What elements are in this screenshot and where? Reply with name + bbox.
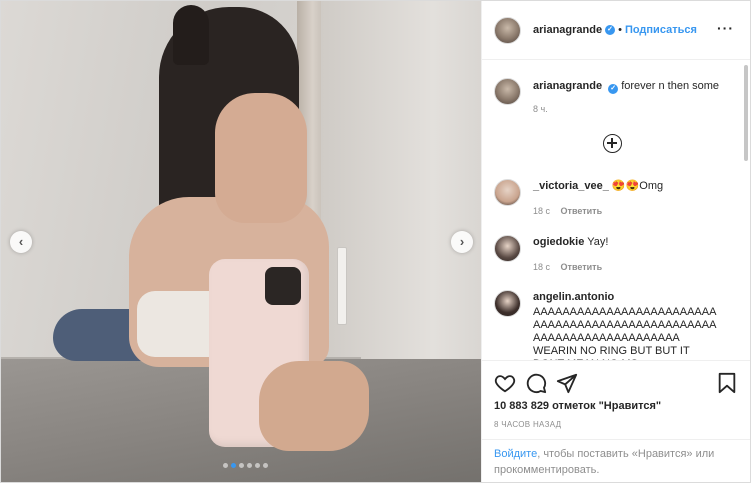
reply-button[interactable]: Ответить [561, 262, 603, 272]
carousel-dot[interactable] [231, 463, 236, 468]
photo-ponytail [173, 5, 209, 65]
instagram-post: ‹ › arianagrande ✓ • Подписаться ··· ari… [0, 0, 751, 483]
post-actions: 10 883 829 отметок "Нравится" 8 ЧАСОВ НА… [482, 360, 750, 440]
carousel-dot[interactable] [255, 463, 260, 468]
caption-body: arianagrande ✓ forever n then some 8 ч. [533, 80, 733, 116]
comment-meta: 18 с Ответить [533, 205, 733, 218]
follow-button[interactable]: Подписаться [625, 24, 697, 36]
comment-time[interactable]: 18 с [533, 262, 550, 272]
author-username[interactable]: arianagrande [533, 24, 602, 36]
comment-username[interactable]: ogiedokie [533, 236, 584, 248]
carousel-dot[interactable] [263, 463, 268, 468]
comment-body: _victoria_vee_ 😍😍Omg 18 с Ответить [533, 180, 733, 218]
comment-icon[interactable] [525, 372, 547, 394]
comments-scrollbar[interactable] [744, 65, 748, 161]
comment-time[interactable]: 18 с [533, 206, 550, 216]
next-photo-button[interactable]: › [451, 231, 473, 253]
prev-photo-button[interactable]: ‹ [10, 231, 32, 253]
photo-hand [259, 361, 369, 451]
caption-row: arianagrande ✓ forever n then some 8 ч. [494, 78, 733, 116]
comment-username[interactable]: angelin.antonio [533, 291, 614, 303]
photo-phone-camera [265, 267, 301, 305]
header-separator: • [618, 24, 622, 36]
comment-username[interactable]: _victoria_vee_ [533, 180, 609, 192]
bookmark-icon[interactable] [716, 372, 738, 394]
post-photo[interactable]: ‹ › [1, 1, 481, 482]
likes-count[interactable]: 10 883 829 отметок "Нравится" [494, 400, 661, 412]
post-time[interactable]: 8 ЧАСОВ НАЗАД [494, 420, 561, 429]
comment-text: AAAAAAAAAAAAAAAAAAAAAAAAAAAAAAAAAAAAAAAA… [533, 306, 717, 360]
login-prompt: Войдите, чтобы поставить «Нравится» или … [482, 439, 750, 482]
comment-row: _victoria_vee_ 😍😍Omg 18 с Ответить [494, 179, 733, 218]
comment-avatar[interactable] [494, 235, 521, 262]
photo-outlet [337, 247, 347, 325]
photo-face-hand [215, 93, 307, 223]
comment-text: Yay! [587, 236, 609, 248]
comment-body: ogiedokie Yay! 18 с Ответить [533, 236, 733, 274]
more-options-icon[interactable]: ··· [717, 20, 734, 36]
post-header: arianagrande ✓ • Подписаться ··· [482, 1, 750, 60]
carousel-dot[interactable] [247, 463, 252, 468]
comment-row: angelin.antonio AAAAAAAAAAAAAAAAAAAAAAAA… [494, 290, 723, 360]
verified-icon: ✓ [605, 25, 616, 35]
comment-meta: 18 с Ответить [533, 261, 733, 274]
caption-time[interactable]: 8 ч. [533, 103, 733, 116]
circle-plus-icon[interactable] [603, 134, 622, 153]
comment-text: 😍😍Omg [611, 180, 664, 192]
post-side-panel: arianagrande ✓ • Подписаться ··· arianag… [481, 1, 750, 482]
caption-avatar[interactable] [494, 78, 521, 105]
login-link[interactable]: Войдите [494, 448, 537, 460]
caption-username[interactable]: arianagrande [533, 80, 602, 92]
reply-button[interactable]: Ответить [561, 206, 603, 216]
comment-row: ogiedokie Yay! 18 с Ответить [494, 235, 733, 274]
share-icon[interactable] [556, 372, 578, 394]
verified-icon: ✓ [608, 84, 619, 94]
carousel-dots [223, 463, 268, 468]
comment-body: angelin.antonio AAAAAAAAAAAAAAAAAAAAAAAA… [533, 291, 723, 360]
comments-list[interactable]: arianagrande ✓ forever n then some 8 ч. … [482, 61, 744, 360]
comment-avatar[interactable] [494, 290, 521, 317]
comment-avatar[interactable] [494, 179, 521, 206]
author-avatar[interactable] [494, 16, 521, 44]
heart-icon[interactable] [494, 372, 516, 394]
carousel-dot[interactable] [223, 463, 228, 468]
caption-text: forever n then some [621, 80, 720, 92]
carousel-dot[interactable] [239, 463, 244, 468]
